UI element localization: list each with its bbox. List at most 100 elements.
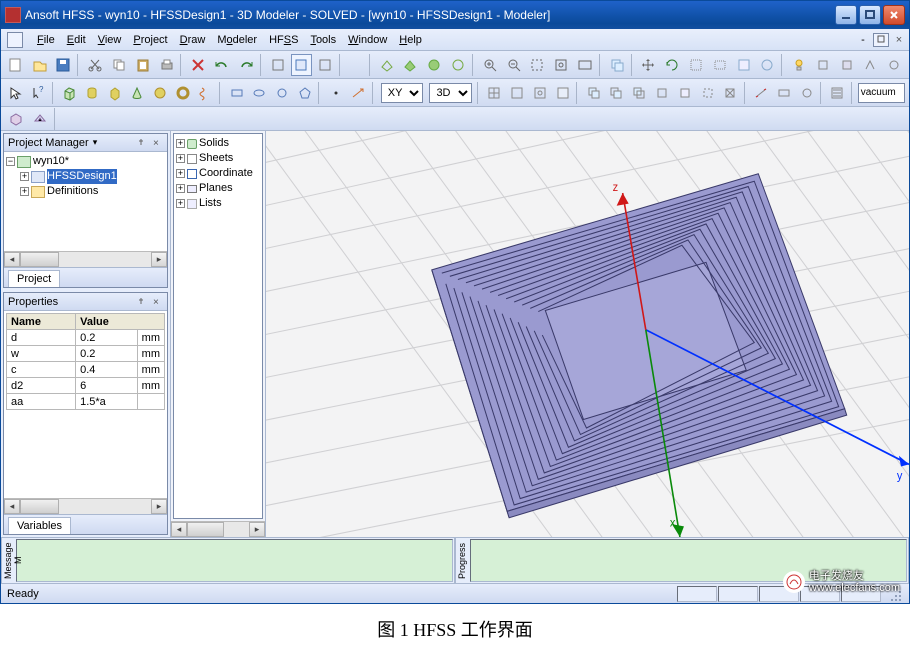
render-solid-icon[interactable] xyxy=(423,54,445,76)
tool-c-icon[interactable] xyxy=(314,54,336,76)
properties-table[interactable]: NameValue d0.2mm w0.2mm c0.4mm d26mm aa1… xyxy=(4,311,167,498)
menu-tools[interactable]: Tools xyxy=(304,32,342,48)
view-select[interactable]: 3D xyxy=(429,83,472,103)
expand-icon[interactable]: + xyxy=(176,139,185,148)
save-icon[interactable] xyxy=(53,54,75,76)
bool-6-icon[interactable] xyxy=(697,82,718,104)
menu-draw[interactable]: Draw xyxy=(174,32,212,48)
undo-icon[interactable] xyxy=(211,54,233,76)
render-wire-icon[interactable] xyxy=(376,54,398,76)
expand-icon[interactable]: + xyxy=(176,199,185,208)
misc-4-icon[interactable] xyxy=(883,54,905,76)
col-header[interactable]: Name xyxy=(7,314,76,330)
bool-3-icon[interactable] xyxy=(629,82,650,104)
table-row[interactable]: c0.4mm xyxy=(7,362,165,378)
zoom-window-icon[interactable] xyxy=(526,54,548,76)
hatch-icon[interactable] xyxy=(827,82,848,104)
misc-2-icon[interactable] xyxy=(836,54,858,76)
panel-close-icon[interactable]: × xyxy=(153,138,163,148)
cylinder-icon[interactable] xyxy=(81,82,102,104)
doc-menu-icon[interactable] xyxy=(7,32,23,48)
collapse-icon[interactable]: − xyxy=(6,157,15,166)
box-icon[interactable] xyxy=(58,82,79,104)
zoom-in-icon[interactable] xyxy=(479,54,501,76)
message-panel[interactable]: Message M xyxy=(1,538,455,583)
pan-icon[interactable] xyxy=(638,54,660,76)
nav-4-icon[interactable] xyxy=(756,54,778,76)
table-row[interactable]: d0.2mm xyxy=(7,330,165,346)
tree-item[interactable]: Sheets xyxy=(199,151,233,166)
delete-icon[interactable] xyxy=(187,54,209,76)
project-tab[interactable]: Project xyxy=(8,270,60,287)
mdi-restore-button[interactable] xyxy=(873,33,889,47)
table-row[interactable]: d26mm xyxy=(7,378,165,394)
torus-icon[interactable] xyxy=(173,82,194,104)
rotate-icon[interactable] xyxy=(661,54,683,76)
scrollbar[interactable]: ◂▸ xyxy=(4,251,167,267)
tree-item[interactable]: Coordinate xyxy=(199,166,253,181)
prism-icon[interactable] xyxy=(104,82,125,104)
tool-a-icon[interactable] xyxy=(267,54,289,76)
paste-icon[interactable] xyxy=(132,54,154,76)
select-icon[interactable] xyxy=(5,82,26,104)
bool-1-icon[interactable] xyxy=(583,82,604,104)
misc-3-icon[interactable] xyxy=(860,54,882,76)
ellipse-icon[interactable] xyxy=(249,82,270,104)
copy-view-icon[interactable] xyxy=(606,54,628,76)
menu-window[interactable]: Window xyxy=(342,32,393,48)
history-tree[interactable]: + Solids + Sheets + Coordinate + Planes … xyxy=(173,133,263,519)
render-shade-icon[interactable] xyxy=(400,54,422,76)
zoom-out-icon[interactable] xyxy=(503,54,525,76)
material-box[interactable]: vacuum xyxy=(858,83,905,103)
panel-close-icon[interactable]: × xyxy=(153,297,163,307)
bool-2-icon[interactable] xyxy=(606,82,627,104)
gridsnap-4-icon[interactable] xyxy=(552,82,573,104)
expand-icon[interactable]: + xyxy=(20,187,29,196)
variables-tab[interactable]: Variables xyxy=(8,517,71,534)
zoom-fit2-icon[interactable] xyxy=(574,54,596,76)
menu-edit[interactable]: Edit xyxy=(61,32,92,48)
table-row[interactable]: w0.2mm xyxy=(7,346,165,362)
minimize-button[interactable] xyxy=(835,5,857,25)
menu-file[interactable]: FFileile xyxy=(31,32,61,48)
new-icon[interactable] xyxy=(5,54,27,76)
project-manager-title[interactable]: Project Manager ▾ × xyxy=(4,134,167,152)
expand-icon[interactable]: + xyxy=(176,169,185,178)
measure-3-icon[interactable] xyxy=(796,82,817,104)
bool-4-icon[interactable] xyxy=(652,82,673,104)
gridsnap-3-icon[interactable] xyxy=(530,82,551,104)
bool-7-icon[interactable] xyxy=(720,82,741,104)
measure-2-icon[interactable] xyxy=(774,82,795,104)
menu-project[interactable]: Project xyxy=(127,32,173,48)
mdi-close-button[interactable]: × xyxy=(891,33,907,47)
gridsnap-2-icon[interactable] xyxy=(507,82,528,104)
col-header[interactable]: Value xyxy=(76,314,165,330)
helix-icon[interactable] xyxy=(195,82,216,104)
open-icon[interactable] xyxy=(29,54,51,76)
maximize-button[interactable] xyxy=(859,5,881,25)
nav-1-icon[interactable] xyxy=(685,54,707,76)
table-row[interactable]: aa1.5*a xyxy=(7,394,165,410)
misc-1-icon[interactable] xyxy=(812,54,834,76)
sphere-icon[interactable] xyxy=(150,82,171,104)
close-button[interactable] xyxy=(883,5,905,25)
pin-icon[interactable] xyxy=(136,138,146,148)
menu-view[interactable]: View xyxy=(92,32,128,48)
project-tree[interactable]: −wyn10* +HFSSDesign1 +Definitions xyxy=(4,152,167,251)
mesh-1-icon[interactable] xyxy=(5,108,27,130)
zoom-fit-icon[interactable] xyxy=(550,54,572,76)
tree-item[interactable]: wyn10* xyxy=(33,154,69,169)
menu-modeler[interactable]: Modeler xyxy=(211,32,263,48)
help-select-icon[interactable]: ? xyxy=(28,82,49,104)
cut-icon[interactable] xyxy=(84,54,106,76)
gridsnap-1-icon[interactable] xyxy=(484,82,505,104)
render-hlr-icon[interactable] xyxy=(447,54,469,76)
expand-icon[interactable]: + xyxy=(176,154,185,163)
print-icon[interactable] xyxy=(156,54,178,76)
copy-icon[interactable] xyxy=(108,54,130,76)
light-icon[interactable] xyxy=(788,54,810,76)
tree-item[interactable]: Lists xyxy=(199,196,222,211)
point-icon[interactable] xyxy=(325,82,346,104)
tree-item[interactable]: Solids xyxy=(199,136,229,151)
polygon-icon[interactable] xyxy=(295,82,316,104)
